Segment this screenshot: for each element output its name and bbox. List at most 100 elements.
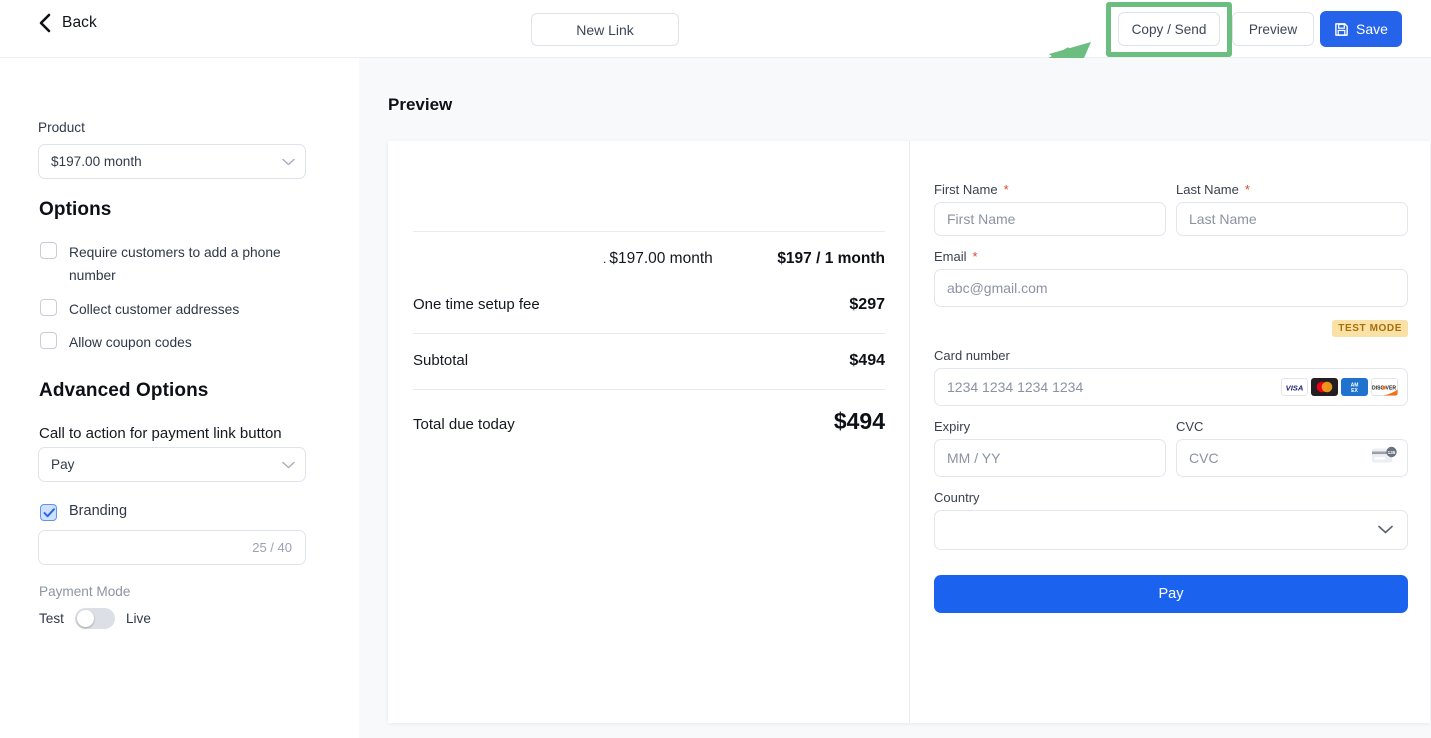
checkbox-collect-addresses[interactable]	[40, 299, 57, 316]
payment-mode-label: Payment Mode	[39, 584, 131, 599]
checkbox-branding[interactable]	[40, 503, 57, 521]
card-number-label: Card number	[934, 348, 1010, 363]
required-asterisk: *	[1244, 182, 1250, 197]
cta-label: Call to action for payment link button	[39, 425, 282, 442]
advanced-options-heading: Advanced Options	[39, 380, 209, 401]
option-collect-addresses[interactable]: Collect customer addresses	[40, 298, 330, 321]
product-label: Product	[38, 120, 85, 135]
required-asterisk: *	[1003, 182, 1009, 197]
last-name-input[interactable]	[1176, 202, 1408, 236]
card-number-group: Card number VISA	[934, 348, 1408, 406]
name-fields-row: First Name * Last Name *	[934, 182, 1408, 236]
first-name-input[interactable]	[934, 202, 1166, 236]
required-asterisk: *	[972, 249, 978, 264]
toggle-label-test: Test	[39, 611, 64, 626]
product-select-value: $197.00 month	[51, 154, 142, 169]
pay-button[interactable]: Pay	[934, 575, 1408, 613]
total-label: Total due today	[413, 416, 515, 433]
option-require-phone[interactable]: Require customers to add a phone number	[40, 241, 330, 287]
cta-select-value: Pay	[51, 457, 75, 472]
invoice-row-total: Total due today $494	[413, 408, 885, 435]
first-name-label-row: First Name *	[934, 182, 1166, 197]
cvc-field-wrap: 135	[1176, 439, 1408, 477]
first-name-group: First Name *	[934, 182, 1166, 236]
svg-text:VISA: VISA	[1286, 383, 1304, 392]
email-group: Email *	[934, 249, 1408, 307]
cvc-hint-number: 135	[1388, 450, 1396, 455]
email-label: Email	[934, 249, 967, 264]
payment-form: First Name * Last Name *	[934, 182, 1408, 613]
cvc-group: CVC 135	[1176, 419, 1408, 477]
expiry-cvc-row: Expiry CVC	[934, 419, 1408, 477]
checkbox-allow-coupons[interactable]	[40, 332, 57, 349]
branding-text-input[interactable]: 25 / 40	[38, 530, 306, 565]
option-require-phone-label: Require customers to add a phone number	[69, 245, 281, 283]
card-number-field-wrap: VISA AM EX	[934, 368, 1408, 406]
card-brand-icons: VISA AM EX DISC VER	[1281, 378, 1398, 396]
save-disk-icon	[1334, 22, 1349, 37]
options-heading: Options	[39, 199, 112, 220]
invoice-line-item: . $197.00 month $197 / 1 month	[413, 232, 885, 268]
subtotal-value: $494	[849, 352, 885, 369]
preview-pane: Preview . $197.00 month $197 / 1 month O…	[359, 58, 1431, 738]
email-input[interactable]	[934, 269, 1408, 307]
chevron-left-icon	[38, 13, 52, 33]
invoice-summary: . $197.00 month $197 / 1 month One time …	[413, 141, 885, 435]
country-group: Country	[934, 490, 1408, 550]
branding-char-counter: 25 / 40	[252, 540, 292, 555]
last-name-group: Last Name *	[1176, 182, 1408, 236]
invoice-row-subtotal: Subtotal $494	[413, 352, 885, 370]
copy-send-button[interactable]: Copy / Send	[1118, 12, 1220, 46]
country-label: Country	[934, 490, 980, 505]
expiry-label: Expiry	[934, 419, 971, 434]
cta-select[interactable]: Pay	[38, 447, 306, 482]
preview-button[interactable]: Preview	[1232, 12, 1314, 46]
status-badge: TEST MODE	[1332, 320, 1408, 337]
subtotal-label: Subtotal	[413, 352, 469, 369]
option-branding-label: Branding	[69, 503, 128, 519]
last-name-label: Last Name	[1176, 182, 1239, 197]
last-name-label-row: Last Name *	[1176, 182, 1408, 197]
discover-icon: DISC VER	[1371, 378, 1398, 396]
line-item-name: $197.00 month	[609, 250, 713, 267]
expiry-group: Expiry	[934, 419, 1166, 477]
setup-fee-value: $297	[849, 296, 885, 313]
mastercard-icon	[1311, 378, 1338, 396]
back-label: Back	[62, 14, 97, 31]
product-select[interactable]: $197.00 month	[38, 144, 306, 179]
toggle-knob	[76, 610, 94, 627]
first-name-label: First Name	[934, 182, 998, 197]
checkout-preview-card: . $197.00 month $197 / 1 month One time …	[388, 141, 1430, 723]
line-item-price: $197 / 1 month	[777, 250, 885, 267]
page-title: Preview	[388, 95, 453, 114]
invoice-logo-space	[413, 141, 885, 231]
card-divider	[909, 141, 910, 723]
invoice-row-setup-fee: One time setup fee $297	[413, 296, 885, 314]
back-button[interactable]: Back	[38, 13, 97, 33]
cvc-label: CVC	[1176, 419, 1204, 434]
test-mode-badge-row: TEST MODE	[934, 318, 1408, 337]
expiry-input[interactable]	[934, 439, 1166, 477]
option-allow-coupons-label: Allow coupon codes	[69, 335, 192, 350]
visa-icon: VISA	[1281, 378, 1308, 396]
option-branding[interactable]: Branding	[40, 500, 127, 523]
checkbox-require-phone[interactable]	[40, 242, 57, 259]
country-select[interactable]	[934, 510, 1408, 550]
new-link-button[interactable]: New Link	[531, 13, 679, 46]
option-allow-coupons[interactable]: Allow coupon codes	[40, 331, 330, 354]
option-collect-addresses-label: Collect customer addresses	[69, 302, 240, 317]
svg-text:EX: EX	[1351, 388, 1358, 394]
total-value: $494	[833, 408, 885, 434]
setup-fee-label: One time setup fee	[413, 296, 540, 313]
line-item-dot: .	[603, 252, 607, 266]
cvc-card-icon: 135	[1372, 446, 1398, 470]
save-label: Save	[1356, 21, 1388, 37]
email-label-row: Email *	[934, 249, 1408, 264]
payment-mode-toggle[interactable]	[74, 608, 115, 629]
save-button[interactable]: Save	[1320, 11, 1402, 47]
top-toolbar: Back New Link Copy / Send Preview Save	[0, 0, 1431, 58]
toggle-label-live: Live	[125, 611, 151, 626]
payment-mode-toggle-group[interactable]: Test Live	[39, 608, 151, 629]
amex-icon: AM EX	[1341, 378, 1368, 396]
settings-sidebar: Product $197.00 month Options Require cu…	[0, 58, 359, 738]
